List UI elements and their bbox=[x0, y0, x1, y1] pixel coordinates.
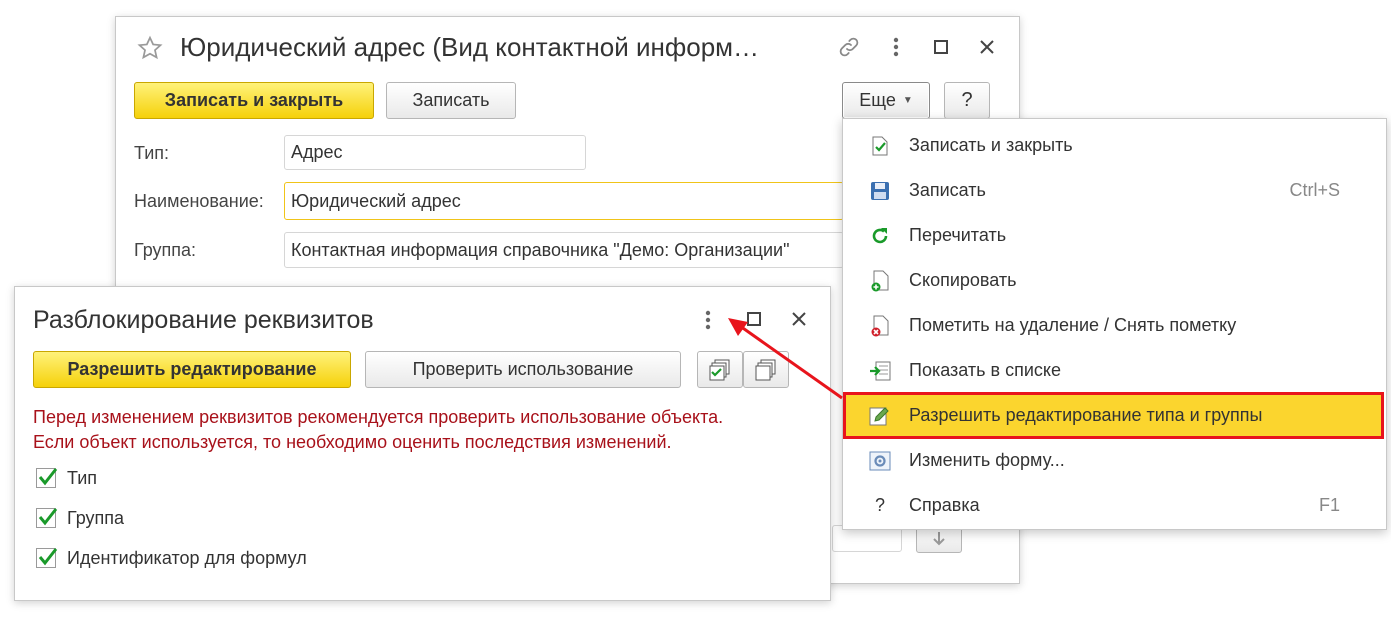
annotation-arrow bbox=[728, 318, 843, 400]
